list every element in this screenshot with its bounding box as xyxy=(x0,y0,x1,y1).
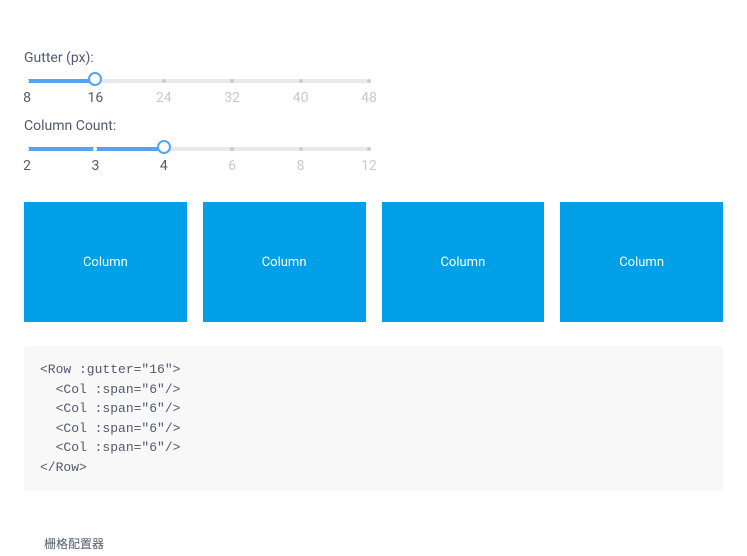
slider-mark-label: 40 xyxy=(293,90,309,106)
slider-mark-label: 2 xyxy=(23,158,31,174)
slider-knob[interactable] xyxy=(157,140,171,154)
slider-knob[interactable] xyxy=(88,72,102,86)
slider-stop xyxy=(367,147,371,151)
slider-marks: 81624324048 xyxy=(24,90,372,106)
columns-preview: ColumnColumnColumnColumn xyxy=(16,202,731,322)
column-box: Column xyxy=(382,202,545,322)
slider-mark-label: 16 xyxy=(88,90,104,106)
slider-marks: 2346812 xyxy=(24,158,372,174)
column-count-label: Column Count: xyxy=(24,118,723,134)
gutter-label: Gutter (px): xyxy=(24,50,723,66)
slider-mark-label: 32 xyxy=(224,90,240,106)
slider-mark-label: 6 xyxy=(228,158,236,174)
footer-text: 栅格配置器 xyxy=(34,531,114,556)
gutter-slider[interactable]: 81624324048 xyxy=(24,74,372,106)
slider-mark-label: 48 xyxy=(361,90,377,106)
slider-mark-label: 12 xyxy=(361,158,377,174)
slider-mark-label: 3 xyxy=(91,158,99,174)
slider-stop xyxy=(25,147,29,151)
slider-mark-label: 4 xyxy=(160,158,168,174)
slider-mark-label: 24 xyxy=(156,90,172,106)
slider-stop xyxy=(230,79,234,83)
column-count-slider[interactable]: 2346812 xyxy=(24,142,372,174)
slider-stop xyxy=(93,147,97,151)
slider-stop xyxy=(367,79,371,83)
code-snippet: <Row :gutter="16"> <Col :span="6"/> <Col… xyxy=(24,346,723,491)
column-box: Column xyxy=(560,202,723,322)
slider-stop xyxy=(299,147,303,151)
slider-stop xyxy=(230,147,234,151)
column-box: Column xyxy=(203,202,366,322)
column-box: Column xyxy=(24,202,187,322)
slider-stop xyxy=(299,79,303,83)
slider-fill xyxy=(27,79,95,83)
slider-mark-label: 8 xyxy=(297,158,305,174)
slider-stop xyxy=(25,79,29,83)
slider-mark-label: 8 xyxy=(23,90,31,106)
slider-stop xyxy=(162,79,166,83)
